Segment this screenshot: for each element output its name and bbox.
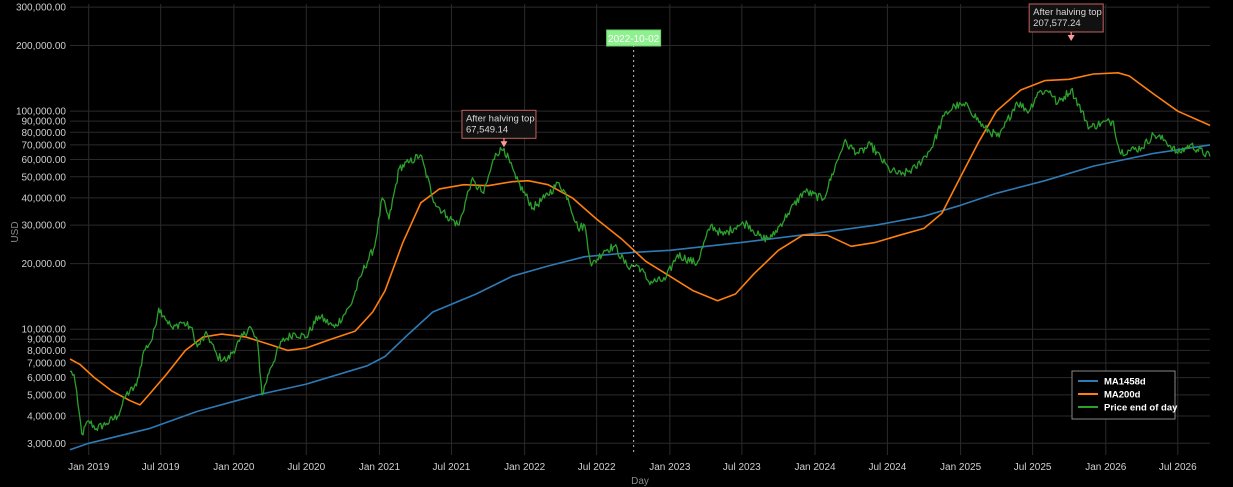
x-axis-label: Day: [631, 476, 649, 487]
x-tick-label: Jul 2020: [287, 462, 325, 473]
y-tick-label: 200,000.00: [16, 41, 66, 52]
x-tick-label: Jan 2025: [940, 462, 982, 473]
y-tick-label: 50,000.00: [22, 172, 67, 183]
y-tick-label: 80,000.00: [22, 128, 67, 139]
x-tick-label: Jul 2025: [1014, 462, 1052, 473]
x-tick-label: Jan 2024: [794, 462, 836, 473]
x-tick-label: Jul 2022: [578, 462, 616, 473]
y-tick-label: 4,000.00: [27, 412, 66, 423]
x-tick-label: Jul 2019: [142, 462, 180, 473]
y-tick-label: 30,000.00: [22, 221, 67, 232]
legend-entry: Price end of day: [1104, 403, 1178, 414]
chart: 300,000.00200,000.00100,000.0090,000.008…: [0, 0, 1233, 487]
x-tick-label: Jan 2021: [359, 462, 401, 473]
legend-entry: MA200d: [1104, 390, 1141, 401]
chart-background: [0, 0, 1233, 487]
y-tick-label: 6,000.00: [27, 373, 66, 384]
annotation-text: 67,549.14: [466, 124, 508, 135]
y-tick-label: 40,000.00: [22, 193, 67, 204]
x-tick-label: Jul 2026: [1159, 462, 1197, 473]
x-tick-label: Jan 2026: [1085, 462, 1127, 473]
vertical-marker-label: 2022-10-02: [608, 34, 660, 45]
y-tick-label: 60,000.00: [22, 155, 67, 166]
x-tick-label: Jul 2024: [869, 462, 907, 473]
annotation-text: 207,577.24: [1033, 18, 1081, 29]
y-tick-label: 20,000.00: [22, 259, 67, 270]
x-tick-label: Jan 2019: [68, 462, 110, 473]
legend-entry: MA1458d: [1104, 377, 1146, 388]
y-tick-label: 70,000.00: [22, 140, 67, 151]
x-tick-label: Jan 2023: [649, 462, 691, 473]
y-tick-label: 9,000.00: [27, 335, 66, 346]
x-tick-label: Jul 2023: [723, 462, 761, 473]
y-tick-label: 300,000.00: [16, 3, 66, 14]
annotation-text: After halving top: [1033, 7, 1102, 18]
x-tick-label: Jul 2021: [433, 462, 471, 473]
x-tick-label: Jan 2022: [504, 462, 546, 473]
legend: MA1458d MA200d Price end of day: [1071, 370, 1178, 420]
y-tick-label: 90,000.00: [22, 117, 67, 128]
annotation-text: After halving top: [466, 113, 535, 124]
y-tick-label: 7,000.00: [27, 359, 66, 370]
y-axis-label: USD: [10, 221, 21, 242]
y-tick-label: 8,000.00: [27, 346, 66, 357]
y-tick-label: 3,000.00: [27, 439, 66, 450]
y-tick-label: 5,000.00: [27, 390, 66, 401]
x-tick-label: Jan 2020: [213, 462, 255, 473]
